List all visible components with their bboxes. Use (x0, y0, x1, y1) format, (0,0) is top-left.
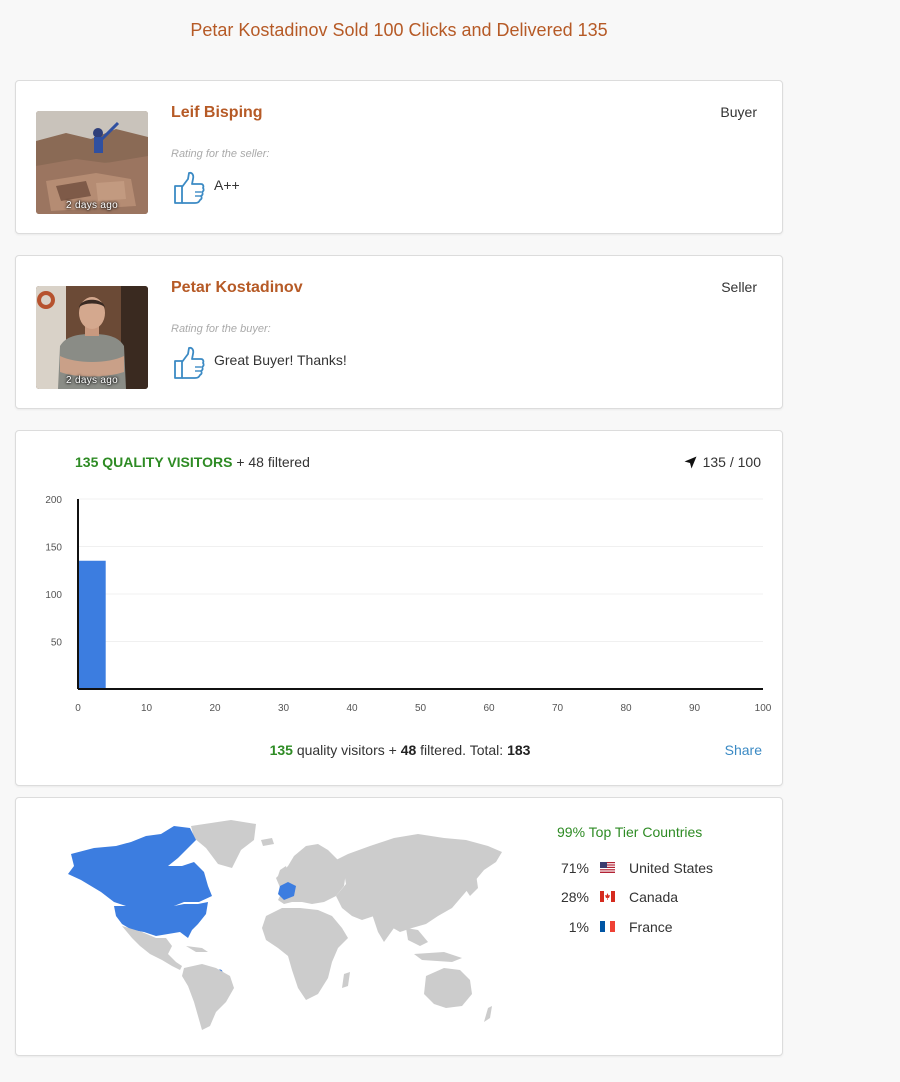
new-zealand-region (484, 1006, 492, 1022)
x-tick-label: 10 (141, 703, 153, 714)
summary-filtered-count: 48 (400, 742, 417, 758)
australia-region (424, 968, 472, 1008)
x-tick-label: 20 (209, 703, 221, 714)
x-tick-label: 50 (415, 703, 427, 714)
thumbs-up-icon (174, 171, 205, 204)
x-tick-label: 0 (75, 703, 81, 714)
x-tick-label: 60 (483, 703, 495, 714)
avatar-photo (36, 111, 148, 214)
review-card-buyer: 2 days ago Leif Bisping Buyer Rating for… (15, 80, 783, 234)
y-tick-label: 50 (51, 638, 63, 649)
reviewer-name[interactable]: Petar Kostadinov (171, 279, 303, 297)
visitors-summary: 135 quality visitors + 48 filtered. Tota… (16, 742, 784, 758)
reviewer-name[interactable]: Leif Bisping (171, 104, 263, 122)
ca-flag-icon (600, 891, 615, 902)
geo-card: 99% Top Tier Countries 71% United States… (15, 797, 783, 1056)
delivered-ratio-value: 135 / 100 (702, 454, 761, 470)
country-pct: 71% (560, 860, 589, 876)
y-tick-label: 200 (45, 495, 62, 506)
visitors-chart: 50 100 150 200 0 10 20 30 40 50 60 70 80 90 100 (45, 495, 772, 714)
review-comment: A++ (214, 177, 240, 193)
x-tick-label: 90 (689, 703, 701, 714)
delivered-ratio: 135 / 100 (684, 454, 761, 470)
chart-bar (77, 560, 106, 689)
x-tick-label: 80 (620, 703, 632, 714)
top-tier-label: 99% Top Tier Countries (557, 824, 703, 840)
time-ago: 2 days ago (66, 375, 118, 386)
summary-total: 183 (507, 742, 531, 758)
page-title: Petar Kostadinov Sold 100 Clicks and Del… (190, 20, 608, 40)
country-pct: 1% (568, 919, 589, 935)
y-tick-label: 150 (45, 543, 62, 554)
iceland-region (261, 838, 274, 846)
south-america-region (182, 964, 234, 1030)
review-card-seller: 2 days ago Petar Kostadinov Seller Ratin… (15, 255, 783, 409)
avatar[interactable]: 2 days ago (36, 286, 148, 389)
africa-region (262, 908, 348, 1000)
country-name: Canada (629, 889, 679, 905)
caribbean-region (186, 946, 208, 952)
visitors-header: 135 QUALITY VISITORS + 48 filtered (75, 454, 310, 470)
x-tick-label: 40 (346, 703, 358, 714)
thumbs-up-icon (174, 346, 205, 379)
country-name: France (629, 919, 673, 935)
time-ago: 2 days ago (66, 200, 118, 211)
x-tick-label: 100 (755, 703, 772, 714)
summary-quality-count: 135 (269, 742, 293, 758)
summary-filtered-text: filtered. Total: (420, 742, 504, 758)
avatar-photo (36, 286, 148, 389)
x-tick-label: 70 (552, 703, 564, 714)
country-row-us: 71% United States (557, 860, 713, 878)
us-flag-icon (600, 862, 615, 873)
share-link[interactable]: Share (725, 742, 762, 758)
avatar[interactable]: 2 days ago (36, 111, 148, 214)
country-pct: 28% (560, 889, 589, 905)
x-tick-label: 30 (278, 703, 290, 714)
indonesia-region (414, 952, 462, 962)
country-name: United States (629, 860, 714, 876)
rating-label: Rating for the seller: (171, 148, 270, 160)
location-arrow-icon (684, 456, 697, 469)
madagascar-region (342, 972, 350, 988)
role-label: Buyer (720, 104, 757, 120)
y-tick-label: 100 (45, 590, 62, 601)
country-row-fr: 1% France (557, 919, 673, 937)
quality-visitors-label: 135 QUALITY VISITORS (75, 454, 233, 470)
filtered-label: + 48 filtered (236, 454, 310, 470)
canada-region (68, 826, 212, 906)
fr-flag-icon (600, 921, 615, 932)
southeast-asia-region (406, 928, 428, 946)
summary-quality-text: quality visitors + (296, 742, 397, 758)
review-comment: Great Buyer! Thanks! (214, 352, 347, 368)
greenland-region (191, 820, 256, 868)
world-map (68, 820, 502, 1030)
visitors-card: 135 QUALITY VISITORS + 48 filtered 135 /… (15, 430, 783, 786)
role-label: Seller (721, 279, 757, 295)
country-row-ca: 28% Canada (557, 889, 678, 907)
rating-label: Rating for the buyer: (171, 323, 271, 335)
